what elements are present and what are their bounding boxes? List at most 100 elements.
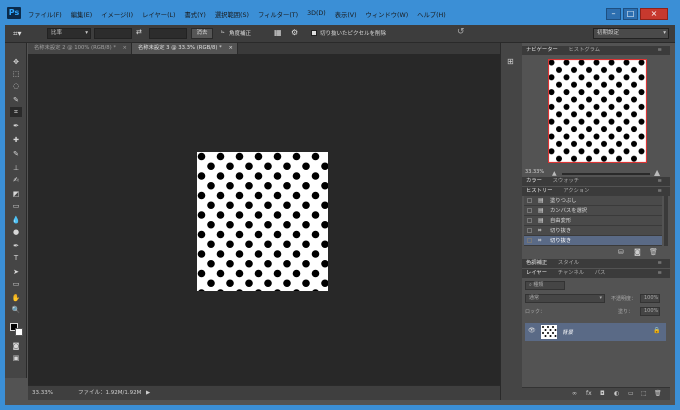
quick-select-tool-icon[interactable]: ✎ [10,95,22,105]
path-selection-tool-icon[interactable]: ➤ [10,267,22,277]
menu-window[interactable]: ウィンドウ(W) [366,10,409,19]
history-item[interactable]: ▤ 自由変形 [524,216,662,226]
tab-color[interactable]: カラー [526,178,542,184]
tab-histogram[interactable]: ヒストグラム [568,47,600,53]
close-button[interactable]: × [640,8,668,20]
clear-button[interactable]: 消去 [191,28,213,39]
tab-layers[interactable]: レイヤー [526,270,547,276]
menu-select[interactable]: 選択範囲(S) [215,10,249,19]
menu-view[interactable]: 表示(V) [335,10,357,19]
crop-tool-icon[interactable]: ⌗▾ [13,28,29,39]
layer-filter-select[interactable]: ⌕ 種類 [525,281,565,290]
history-checkbox[interactable] [527,218,532,223]
tab-actions[interactable]: アクション [563,188,589,194]
type-tool-icon[interactable]: T [10,253,22,263]
tab-channels[interactable]: チャンネル [558,270,584,276]
height-input[interactable] [149,28,187,39]
folder-icon[interactable]: ▭ [628,390,634,397]
tab-swatches[interactable]: スウォッチ [553,178,580,184]
zoom-in-icon[interactable]: ▲ [654,168,660,177]
screen-mode-icon[interactable]: ▣ [10,353,22,363]
panel-menu-icon[interactable]: ≡ [658,269,662,278]
fill-input[interactable]: 100% [640,307,660,316]
grid-overlay-icon[interactable]: ▦ [274,28,282,37]
dodge-tool-icon[interactable]: ● [10,227,22,237]
menu-image[interactable]: イメージ(I) [101,10,133,19]
eyedropper-tool-icon[interactable]: ✒ [10,121,22,131]
width-input[interactable] [94,28,132,39]
fx-icon[interactable]: fx [586,390,592,397]
tab-history[interactable]: ヒストリー [526,188,553,194]
navigator-preview[interactable] [548,59,647,163]
healing-brush-tool-icon[interactable]: ✚ [10,135,22,145]
panel-menu-icon[interactable]: ≡ [658,46,662,55]
ratio-select[interactable]: 比率 ▾ [47,28,91,39]
straighten-label[interactable]: 角度補正 [229,29,251,37]
document-canvas[interactable] [197,152,328,291]
zoom-tool-icon[interactable]: 🔍 [10,305,22,315]
maximize-button[interactable]: □ [623,8,638,20]
eye-icon[interactable]: 👁 [528,327,536,334]
menu-type[interactable]: 書式(Y) [185,10,206,19]
panel-menu-icon[interactable]: ≡ [658,177,662,186]
zoom-slider[interactable] [562,173,650,175]
reset-icon[interactable]: ↺ [457,27,465,37]
history-checkbox[interactable] [527,228,532,233]
hand-tool-icon[interactable]: ✋ [10,293,22,303]
swap-icon[interactable]: ⇄ [136,28,142,36]
layer-name[interactable]: 背景 [562,328,573,336]
navigator-zoom[interactable]: 33.33% [525,169,544,175]
clone-stamp-tool-icon[interactable]: ⊥ [10,163,22,173]
zoom-level[interactable]: 33.33% [32,386,53,401]
blend-mode-select[interactable]: 通常 ▾ [525,294,605,303]
history-item[interactable]: ⌗ 切り抜き [524,226,662,236]
new-layer-icon[interactable]: ⬚ [641,390,647,397]
tab-styles[interactable]: スタイル [558,260,579,266]
opacity-input[interactable]: 100% [640,294,660,303]
adjustment-layer-icon[interactable]: ◐ [614,390,619,397]
canvas-workspace[interactable] [28,54,500,385]
blur-tool-icon[interactable]: 💧 [10,215,22,225]
gear-icon[interactable]: ⚙ [291,28,298,37]
move-tool-icon[interactable]: ✥ [10,57,22,67]
panel-menu-icon[interactable]: ≡ [658,187,662,196]
lasso-tool-icon[interactable]: ◌ [10,81,22,91]
workspace-select[interactable]: 初期設定 ▾ [593,28,669,39]
pen-tool-icon[interactable]: ✒ [10,241,22,251]
menu-3d[interactable]: 3D(D) [307,10,326,19]
close-icon[interactable]: × [229,43,233,54]
menu-help[interactable]: ヘルプ(H) [417,10,446,19]
history-checkbox[interactable] [527,198,532,203]
background-color-swatch[interactable] [15,328,23,336]
link-icon[interactable]: ∞ [572,390,577,397]
shape-tool-icon[interactable]: ▭ [10,279,22,289]
layer-row-background[interactable]: 👁 背景 🔒 [525,323,666,341]
history-checkbox[interactable] [527,208,532,213]
camera-icon[interactable]: ◙ [634,248,641,256]
history-scrollbar[interactable] [664,196,668,246]
trash-icon[interactable]: 🗑 [654,390,662,397]
trash-icon[interactable]: 🗑 [649,248,658,256]
panel-menu-icon[interactable]: ≡ [658,259,662,268]
tab-adjustments[interactable]: 色調補正 [526,260,547,266]
status-menu-arrow[interactable]: ▶ [146,386,150,401]
brush-tool-icon[interactable]: ✎ [10,149,22,159]
zoom-out-icon[interactable]: ▲ [552,170,557,177]
history-item[interactable]: ▤ カンバスを選択 [524,206,662,216]
gradient-tool-icon[interactable]: ▭ [10,201,22,211]
new-document-from-state-icon[interactable]: ⛁ [618,248,624,256]
tab-paths[interactable]: パス [595,270,606,276]
marquee-tool-icon[interactable]: ⬚ [10,69,22,79]
history-checkbox[interactable] [527,238,532,243]
tab-document-2[interactable]: 名称未設定 2 @ 100% (RGB/8) * × [28,43,132,54]
mask-icon[interactable]: ◘ [600,390,605,397]
menu-edit[interactable]: 編集(E) [71,10,93,19]
menu-filter[interactable]: フィルター(T) [258,10,298,19]
tab-document-3[interactable]: 名称未設定 3 @ 33.3% (RGB/8) * × [132,43,238,54]
crop-tool-icon[interactable]: ⌗ [10,107,22,117]
close-icon[interactable]: × [123,43,127,54]
eraser-tool-icon[interactable]: ◩ [10,189,22,199]
history-item[interactable]: ▤ 塗りつぶし [524,196,662,206]
history-brush-tool-icon[interactable]: ✍ [10,175,22,185]
minimize-button[interactable]: – [606,8,621,20]
